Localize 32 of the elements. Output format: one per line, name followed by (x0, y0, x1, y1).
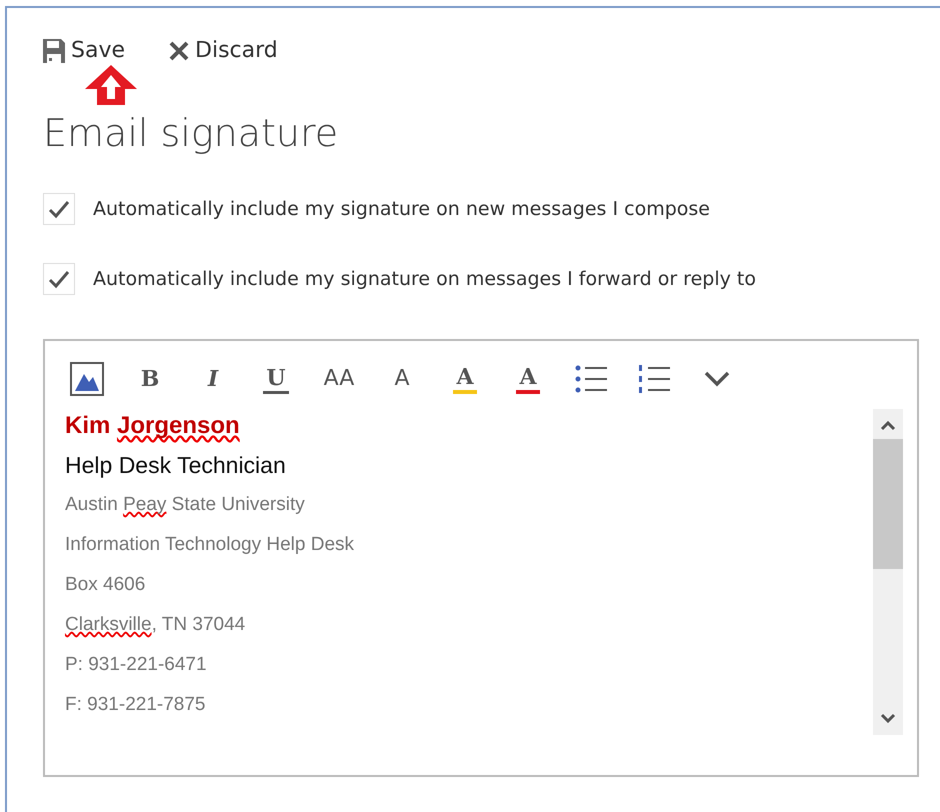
checkmark-icon (48, 199, 70, 219)
checkmark-icon (48, 269, 70, 289)
bold-button[interactable]: B (128, 357, 172, 401)
picture-icon (70, 362, 104, 396)
save-button[interactable]: Save (43, 38, 126, 63)
chevron-down-icon (704, 371, 730, 387)
checkbox-label: Automatically include my signature on new messages I compose (93, 198, 710, 220)
signature-line: Information Technology Help Desk (65, 533, 356, 557)
color-button[interactable]: A (506, 357, 550, 401)
discard-button[interactable]: Discard (169, 38, 278, 63)
page-title: Email signature (43, 111, 340, 155)
numbered-list-icon (637, 364, 671, 394)
checkbox[interactable] (43, 193, 75, 225)
signature-line: Austin Peay State University (65, 493, 306, 517)
signature-line: Box 4606 (65, 573, 146, 597)
close-icon (169, 40, 190, 60)
highlight-button[interactable]: A (443, 357, 487, 401)
font-size-button[interactable]: AA (317, 357, 361, 401)
underline-button[interactable]: U (254, 357, 298, 401)
arrow-annotation (83, 63, 139, 107)
signature-line: Clarksville, TN 37044 (65, 613, 246, 637)
scrollbar[interactable] (873, 409, 903, 735)
bullet-list-icon (574, 364, 608, 394)
checkbox-label: Automatically include my signature on messages I forward or reply to (93, 268, 756, 290)
signature-line: P: 931-221-6471 (65, 653, 208, 677)
signature-line: F: 931-221-7875 (65, 693, 206, 717)
italic-button[interactable]: I (191, 357, 235, 401)
signature-editor[interactable]: B I U AA A A A Kim Jorgenson Help Desk Technician Austin Peay State University Information Technology Help Desk Box 4606 Clarksville, TN 37044 P: 931-221-6471 F: 931-221-7875 (43, 339, 919, 777)
grow-button[interactable]: A (380, 357, 424, 401)
checkbox[interactable] (43, 263, 75, 295)
signature-title: Help Desk Technician (65, 451, 287, 480)
signature-name: Kim Jorgenson (65, 411, 241, 441)
